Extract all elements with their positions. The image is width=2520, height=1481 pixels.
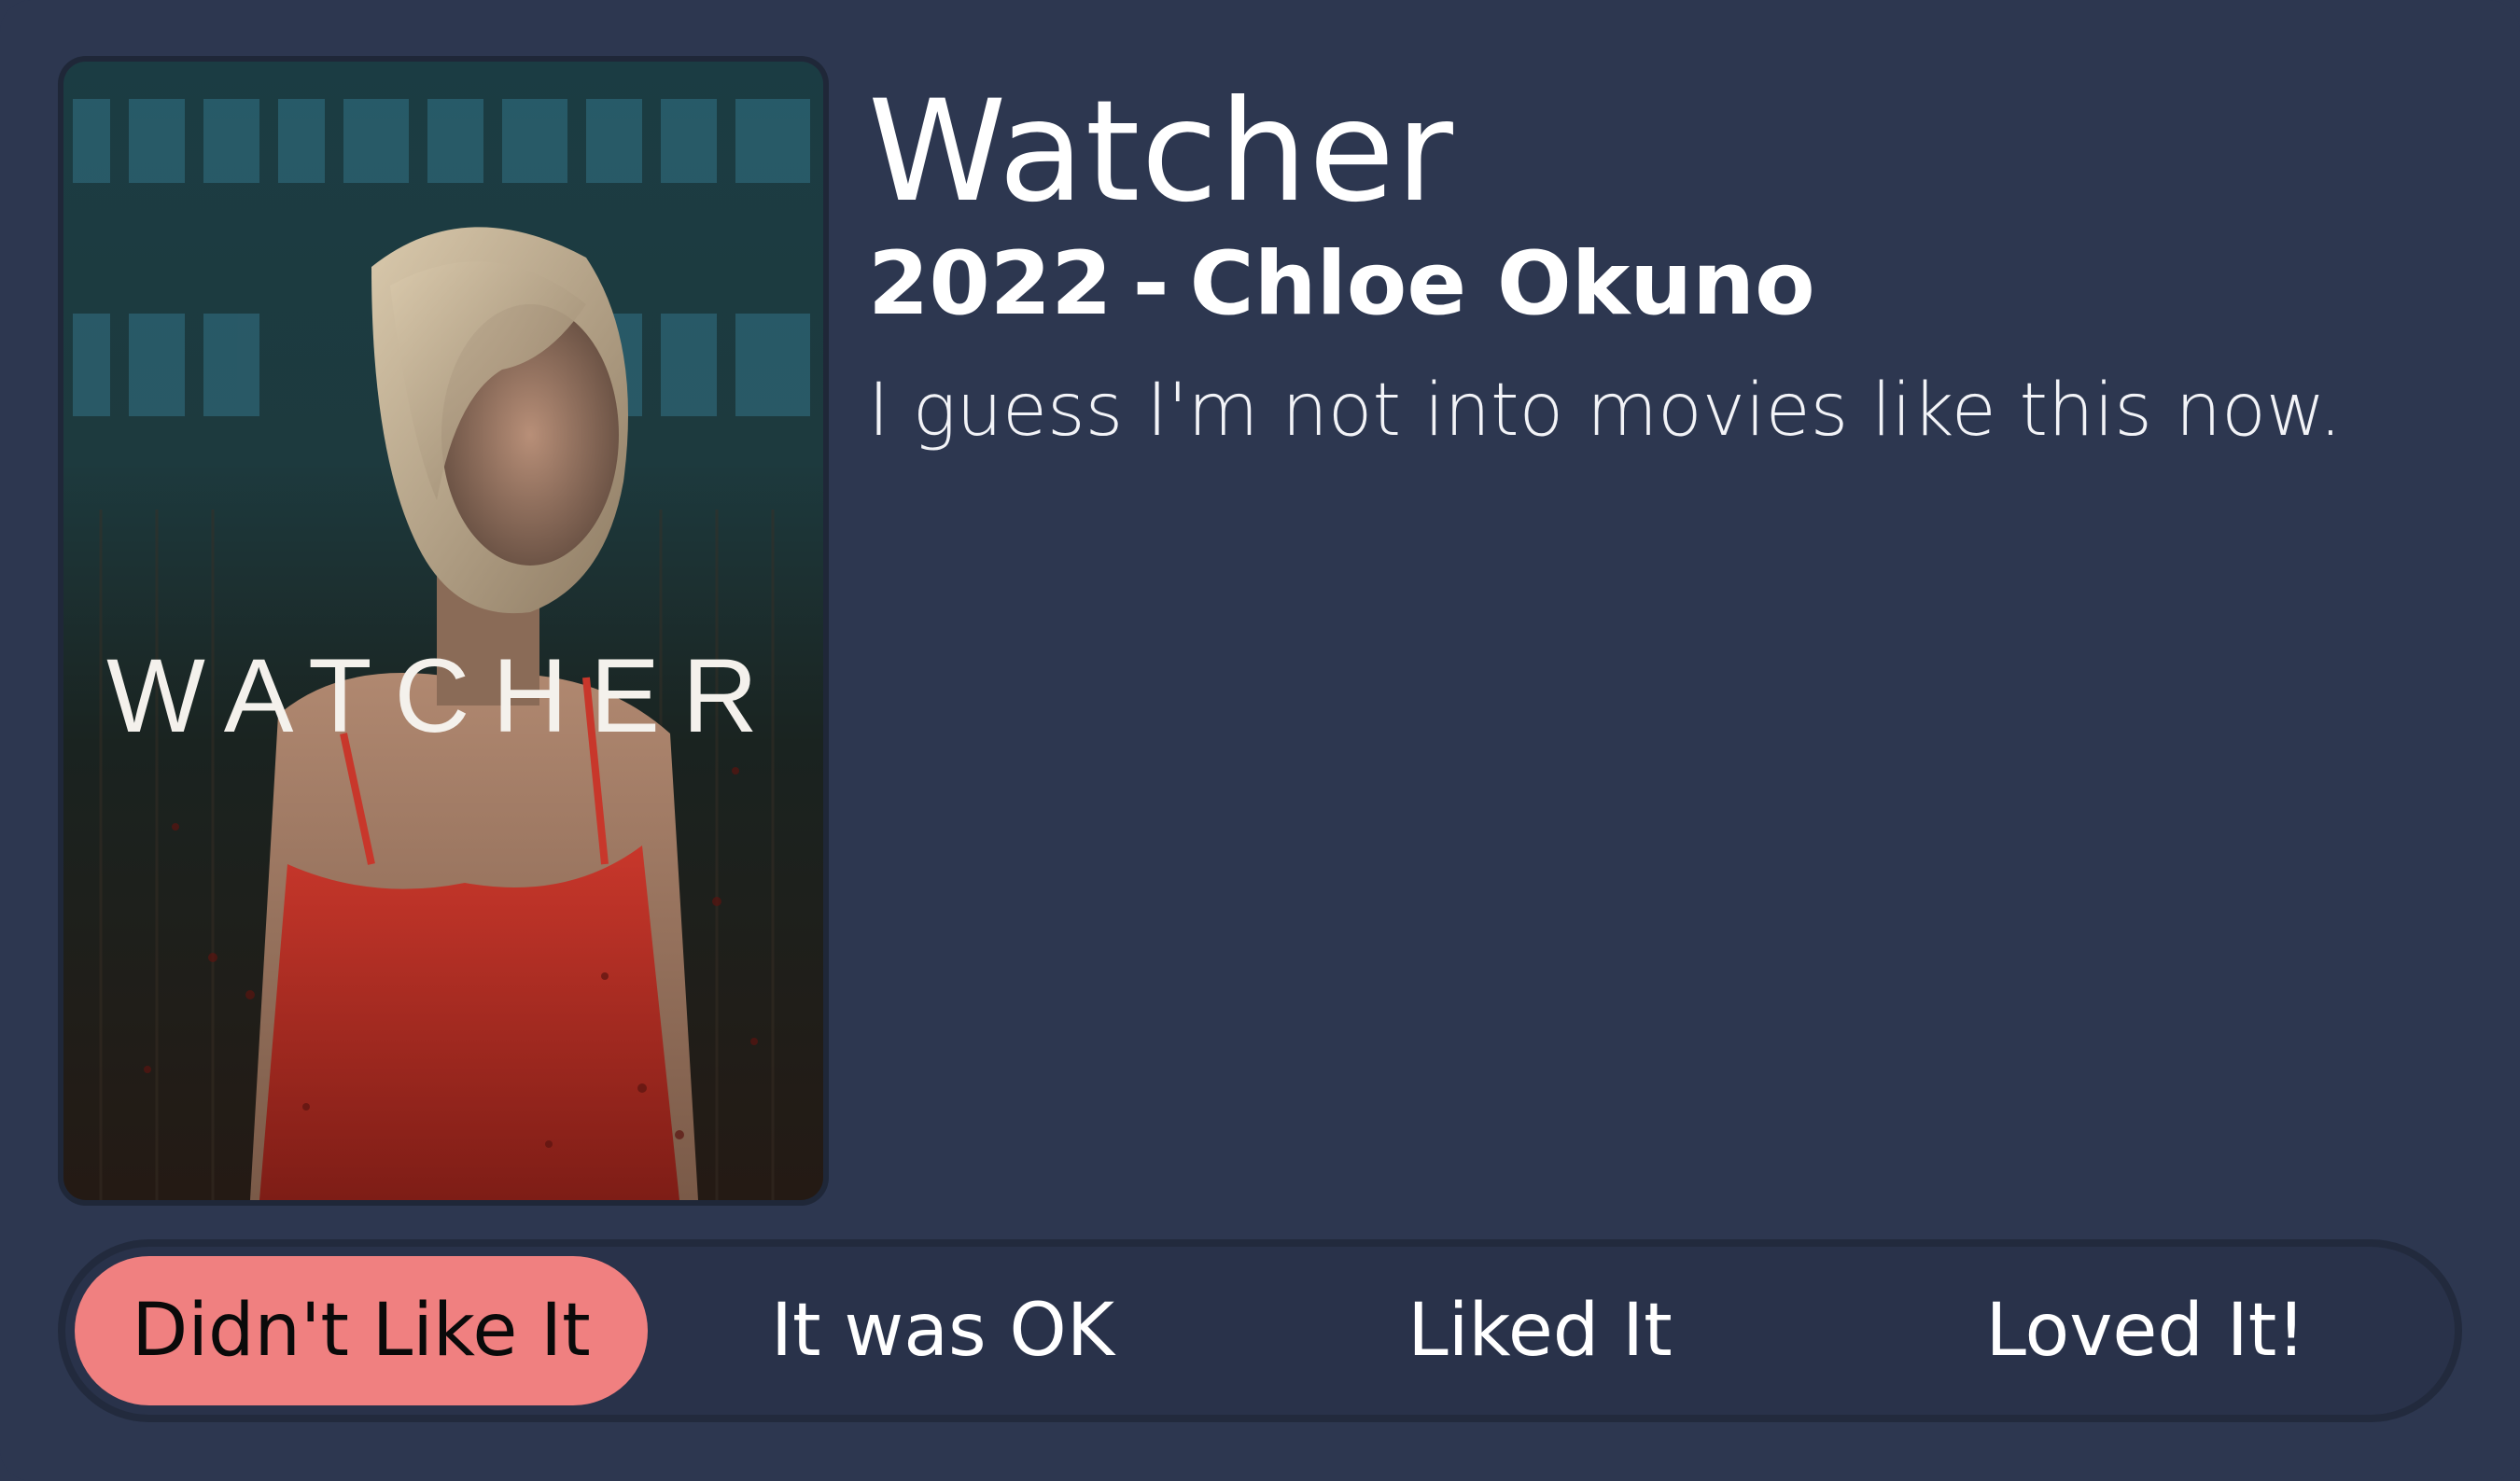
movie-title: Watcher xyxy=(868,71,1454,233)
rating-option-didnt-like-it[interactable]: Didn't Like It xyxy=(75,1256,648,1405)
movie-poster-image: WATCHER xyxy=(63,62,823,1200)
rating-option-it-was-ok[interactable]: It was OK xyxy=(648,1256,1238,1405)
rating-option-liked-it[interactable]: Liked It xyxy=(1238,1256,1842,1405)
movie-poster-frame: WATCHER xyxy=(58,56,829,1206)
rating-option-loved-it[interactable]: Loved It! xyxy=(1842,1256,2449,1405)
subtitle-separator: - xyxy=(1132,233,1169,335)
movie-year-director: 2022- Chloe Okuno xyxy=(868,233,1815,336)
poster-title-text: WATCHER xyxy=(106,637,780,754)
movie-year: 2022 xyxy=(868,233,1113,335)
movie-rating-card: WATCHER Watcher 2022- Chloe Okuno I guess… xyxy=(0,0,2520,1481)
rating-selector: Didn't Like It It was OK Liked It Loved … xyxy=(58,1239,2462,1422)
review-text: I guess I'm not into movies like this no… xyxy=(868,369,2343,453)
movie-director: Chloe Okuno xyxy=(1189,233,1815,335)
